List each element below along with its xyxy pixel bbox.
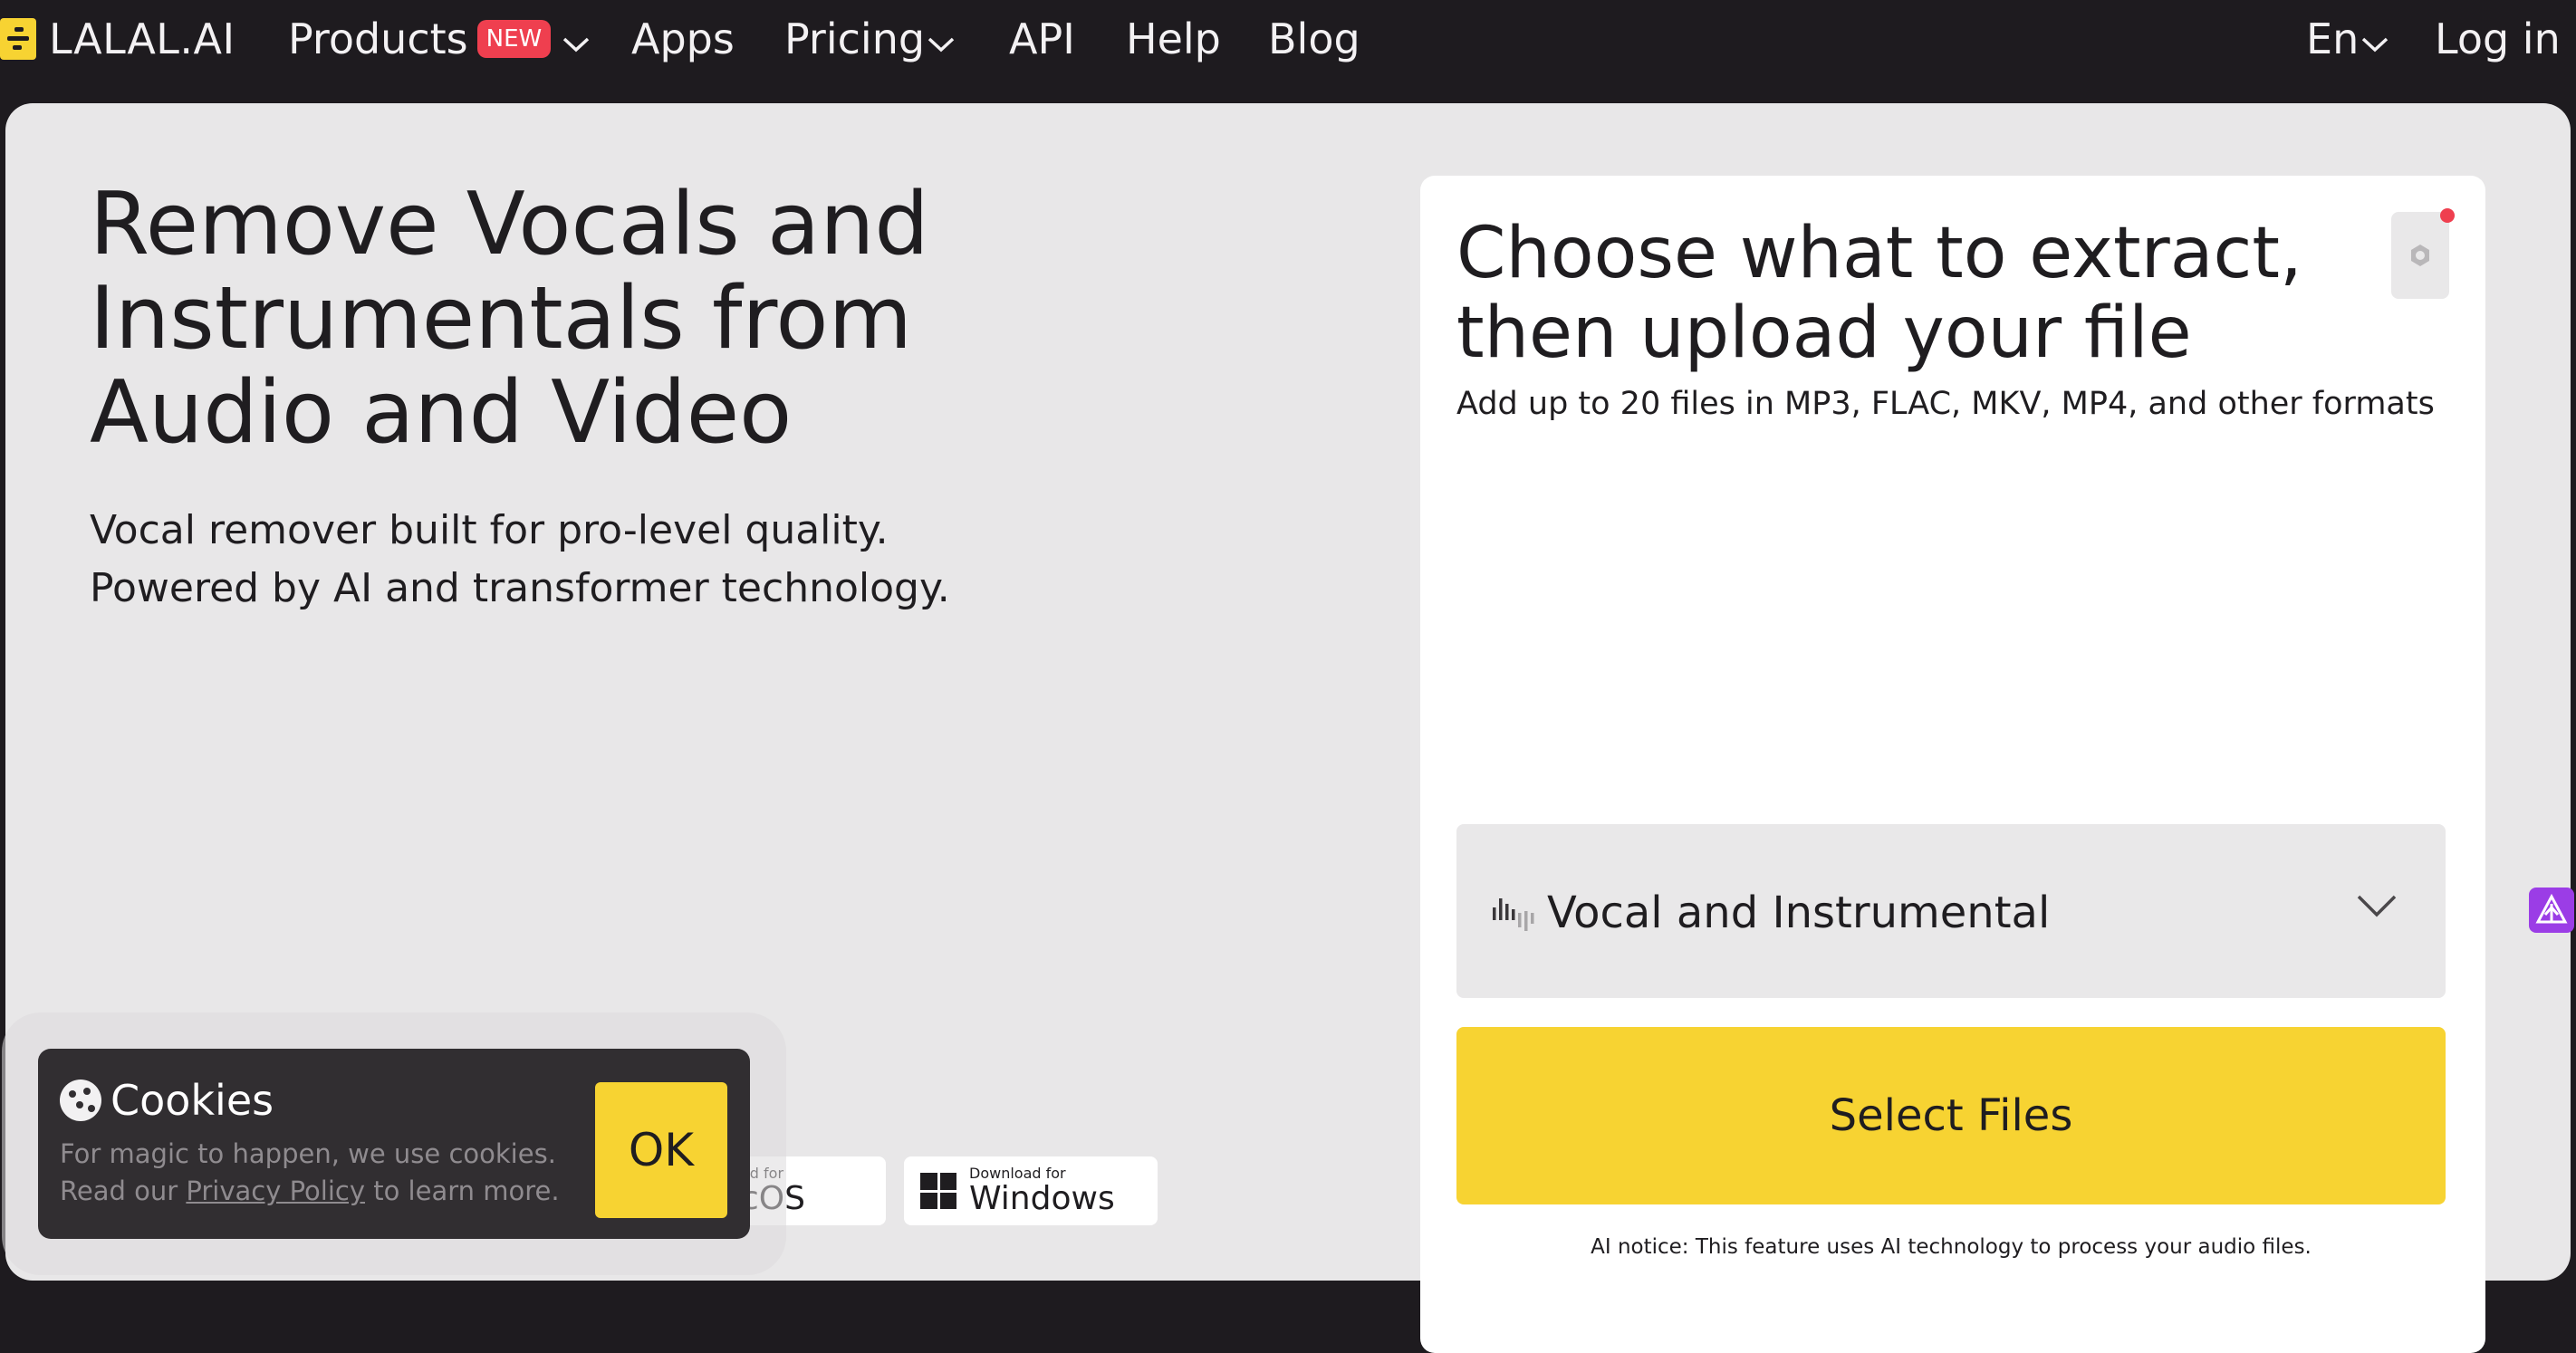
- cookie-icon: [60, 1080, 101, 1121]
- download-windows-label: Windows: [969, 1180, 1115, 1217]
- ai-notice: AI notice: This feature uses AI technolo…: [1591, 1235, 2312, 1259]
- privacy-policy-link[interactable]: Privacy Policy: [186, 1175, 365, 1206]
- settings-icon: [2411, 245, 2429, 266]
- settings-button[interactable]: [2391, 208, 2455, 299]
- hero-subtitle: Vocal remover built for pro-level qualit…: [90, 502, 1086, 618]
- language-label: En: [2306, 14, 2360, 63]
- nav-api[interactable]: API: [1009, 14, 1075, 63]
- stem-select[interactable]: Vocal and Instrumental: [1456, 824, 2574, 998]
- nav-blog[interactable]: Blog: [1268, 14, 1360, 63]
- nav-products-label: Products: [288, 14, 468, 63]
- language-selector[interactable]: En: [2306, 14, 2389, 63]
- new-badge: NEW: [476, 20, 552, 58]
- nav-pricing-label: Pricing: [784, 14, 926, 63]
- hero-title: Remove Vocals and Instrumentals from Aud…: [90, 175, 929, 463]
- windows-icon: [920, 1173, 956, 1209]
- logo-icon: [0, 18, 36, 60]
- hero-subtitle-line2: Powered by AI and transformer technology…: [90, 565, 950, 611]
- extract-subtitle: Add up to 20 files in MP3, FLAC, MKV, MP…: [1456, 386, 2435, 422]
- download-windows-button[interactable]: Download for Windows: [904, 1156, 1158, 1225]
- cookie-title-text: Cookies: [111, 1076, 274, 1125]
- top-nav: LALAL.AI Products NEW Apps Pricing API H…: [0, 0, 2576, 100]
- cookie-title: Cookies: [60, 1076, 274, 1125]
- select-files-button[interactable]: Select Files: [1456, 1027, 2446, 1204]
- waveform-icon: [1493, 898, 1534, 931]
- download-macos-label: cOS: [741, 1180, 805, 1217]
- chevron-down-icon: [2355, 893, 2398, 924]
- extract-title-line2: then upload your file: [1456, 293, 2192, 374]
- ai-badge-icon: [2529, 888, 2574, 933]
- chevron-down-icon: [2360, 14, 2389, 63]
- chevron-down-icon: [562, 14, 591, 63]
- cookie-ok-button[interactable]: OK: [595, 1082, 727, 1218]
- nav-apps[interactable]: Apps: [631, 14, 735, 63]
- extract-title: Choose what to extract, then upload your…: [1456, 214, 2362, 373]
- nav-pricing[interactable]: Pricing: [784, 14, 956, 63]
- logo[interactable]: LALAL.AI: [0, 14, 235, 63]
- cookie-text: For magic to happen, we use cookies. Rea…: [60, 1136, 603, 1210]
- stem-select-label: Vocal and Instrumental: [1547, 888, 2051, 938]
- cookie-banner: Cookies For magic to happen, we use cook…: [38, 1049, 750, 1239]
- nav-help[interactable]: Help: [1126, 14, 1221, 63]
- nav-products[interactable]: Products NEW: [288, 14, 591, 63]
- login-link[interactable]: Log in: [2435, 14, 2561, 63]
- chevron-down-icon: [927, 14, 956, 63]
- logo-text: LALAL.AI: [49, 14, 235, 63]
- cookie-text-after: to learn more.: [365, 1175, 560, 1206]
- extract-card: Choose what to extract, then upload your…: [1420, 176, 2574, 1353]
- notification-dot: [2440, 208, 2455, 223]
- hero-subtitle-line1: Vocal remover built for pro-level qualit…: [90, 507, 889, 553]
- extract-title-line1: Choose what to extract,: [1456, 213, 2302, 294]
